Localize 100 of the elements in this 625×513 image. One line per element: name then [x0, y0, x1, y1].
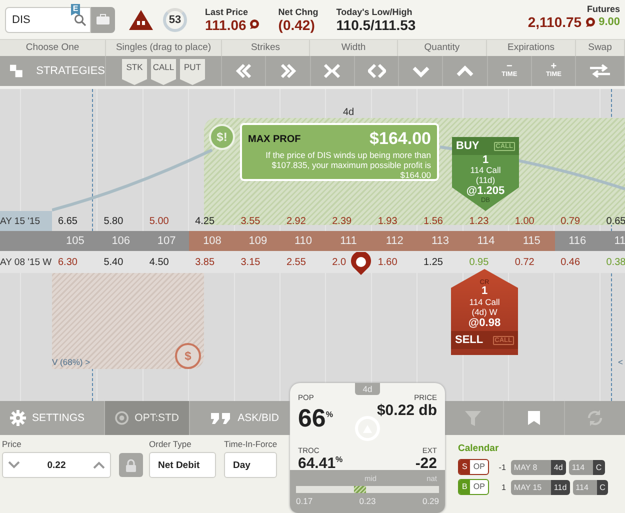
leg-quantity: 1 — [500, 482, 506, 492]
leg-side-badge: B OP — [458, 479, 489, 495]
expiry-label: 4d — [343, 107, 354, 118]
briefcase-icon — [96, 14, 110, 25]
leg-price: @0.98 — [467, 317, 502, 329]
tag-icon — [525, 410, 543, 426]
strike-price: 107 — [157, 235, 176, 247]
tooltip-title: MAX PROF — [248, 134, 301, 144]
quote-value: (0.42) — [278, 16, 315, 32]
option-price: 6.30 — [58, 256, 78, 268]
strike-price: 105 — [66, 235, 84, 247]
shapes-icon — [10, 64, 24, 78]
option-price: 3.55 — [240, 216, 260, 226]
futures-change: 9.00 — [598, 16, 620, 28]
search-icon — [74, 14, 86, 26]
option-price: 1.00 — [514, 216, 534, 226]
pop-value: 66$^{%}$ — [298, 403, 334, 432]
chevrons-outward-icon — [368, 63, 386, 79]
quote-label: Today's Low/High — [336, 6, 414, 16]
strike-price: 113 — [432, 235, 450, 247]
option-price: 0.38 — [606, 256, 625, 268]
lock-button[interactable] — [119, 453, 143, 477]
lock-icon — [126, 458, 136, 472]
leg-days: 11d — [550, 480, 570, 494]
alert-count: 53 — [163, 8, 187, 32]
expiration-label: AY 15 '15 — [0, 211, 52, 231]
leg-price: @1.205 — [465, 185, 506, 197]
refresh-icon — [586, 410, 604, 426]
slider-thumb[interactable] — [354, 486, 366, 493]
option-price: 0.79 — [560, 216, 580, 226]
leg-quantity: 1 — [480, 286, 489, 297]
option-price: 0.65 — [606, 216, 625, 226]
futures-label: Futures — [586, 4, 620, 14]
single-leg-tag[interactable]: PUT — [180, 59, 205, 85]
time-in-force-field[interactable]: Day — [224, 452, 277, 478]
briefcase-button[interactable] — [91, 6, 115, 32]
search-field[interactable]: DIS E — [5, 6, 91, 32]
chevrons-inward-icon — [323, 63, 342, 79]
option-price: 5.40 — [104, 256, 124, 268]
chevrons-right-icon — [278, 63, 297, 79]
price-marker-icon — [350, 252, 372, 276]
leg-quantity: 1 — [481, 155, 490, 165]
ext-value: -22 — [415, 454, 437, 472]
filter-icon — [464, 410, 482, 426]
strike-price: 116 — [568, 235, 586, 247]
strike-price: 110 — [294, 235, 312, 247]
field-label: Price — [2, 439, 22, 449]
option-price: 1.93 — [378, 216, 398, 226]
single-leg-tag[interactable]: CALL — [151, 59, 176, 85]
single-leg-tag[interactable]: STK — [122, 59, 147, 85]
field-label: Order Type — [149, 439, 192, 449]
leg-right: C — [596, 480, 608, 494]
option-price: 2.55 — [286, 256, 306, 268]
strike-price: 111 — [340, 235, 357, 247]
chevron-down-icon — [8, 461, 20, 469]
price-value: $0.22 db — [376, 402, 437, 419]
order-type-field[interactable]: Net Debit — [149, 452, 216, 478]
leg-strike: 114 — [568, 460, 593, 474]
option-price: 4.25 — [195, 216, 215, 226]
option-price: 3.15 — [240, 256, 260, 268]
quote-value: 110.5/111.53 — [336, 16, 416, 32]
leg-date: MAY 15 — [510, 480, 551, 494]
leg-side-badge: S OP — [458, 459, 489, 475]
option-price: 1.23 — [469, 216, 489, 226]
option-price: 4.50 — [149, 256, 169, 268]
profit-amount: $164.00 — [370, 129, 431, 149]
chevron-up-icon — [93, 461, 105, 469]
leg-date: MAY 8 — [510, 460, 551, 474]
option-price: 5.80 — [104, 216, 124, 226]
option-price: 6.65 — [58, 216, 78, 226]
price-slider[interactable] — [296, 486, 439, 493]
troc-value: 64.41$^{%}$ — [298, 454, 344, 472]
leg-action: SELL — [455, 334, 484, 346]
option-price: 0.95 — [469, 256, 489, 268]
option-price: 2.39 — [332, 216, 352, 226]
strike-price: 115 — [522, 235, 540, 247]
option-price: 2.92 — [286, 216, 306, 226]
chevrons-left-icon — [234, 63, 253, 79]
price-field[interactable]: 0.22 — [2, 452, 111, 478]
chat-icon — [249, 19, 260, 30]
calendar-title: Calendar — [458, 443, 500, 454]
leg-description: 114 Call — [468, 297, 501, 307]
quote-label: Net Chng — [278, 6, 318, 16]
quote-label: Last Price — [205, 6, 250, 16]
expiration-label: AY 08 '15 W — [0, 256, 52, 270]
swap-icon — [588, 64, 612, 78]
strike-price: 109 — [248, 235, 268, 247]
option-price: 5.00 — [149, 216, 169, 226]
option-price: 1.25 — [424, 256, 443, 268]
leg-quantity: -1 — [498, 462, 506, 472]
tooltip-text: If the price of DIS winds up being more than $107.835, your maximum possible profit is $164.00 — [264, 150, 431, 180]
leg-strike: 114 — [572, 480, 597, 494]
leg-expiry: (4d) W — [470, 307, 498, 317]
quote-triangle-icon[interactable] — [128, 8, 154, 30]
slider-tick: 0.17 — [296, 496, 313, 506]
leg-expiry: (11d) — [474, 175, 496, 185]
option-price: 3.85 — [195, 256, 215, 268]
leg-description: 114 Call — [469, 165, 502, 175]
strike-price: 106 — [112, 235, 130, 247]
strike-price: 112 — [386, 235, 404, 247]
